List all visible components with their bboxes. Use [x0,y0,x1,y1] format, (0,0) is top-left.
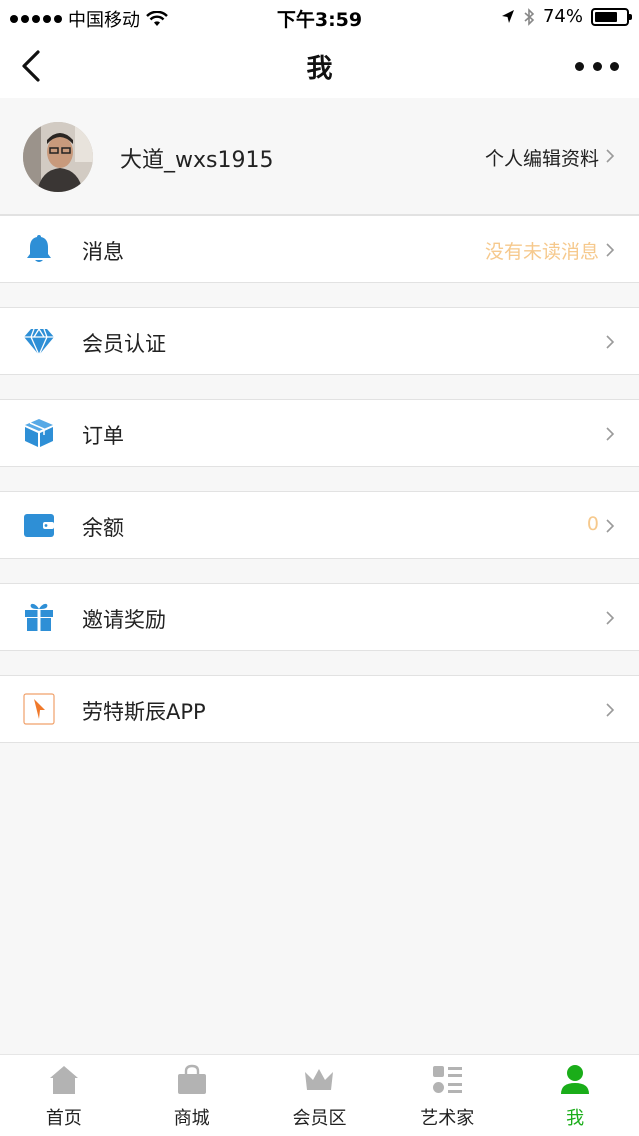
battery-percent: 74% [542,6,583,27]
page-title: 我 [306,54,333,84]
shopping-bag-icon [177,1064,206,1094]
tab-shop[interactable]: 商城 [128,1055,256,1136]
gift-icon [25,603,53,631]
menu-label-messages: 消息 [82,240,124,264]
battery-icon [591,7,632,26]
chevron-right-icon [606,703,615,717]
tab-label-members: 会员区 [292,1108,347,1129]
status-right: 74% [501,6,632,27]
menu-label-app: 劳特斯辰APP [82,700,206,724]
messages-status: 没有未读消息 [484,241,599,263]
profile-row[interactable]: 大道_wxs1915 个人编辑资料 [0,98,639,215]
diamond-icon [24,328,54,357]
tab-label-shop: 商城 [173,1108,210,1129]
bell-icon [27,235,51,262]
avatar-photo [23,122,93,192]
username: 大道_wxs1915 [120,148,274,173]
chevron-right-icon [606,519,615,533]
nav-bar: 我 [0,34,639,98]
home-icon [49,1066,78,1094]
more-dot-icon [610,61,619,71]
tab-artists[interactable]: 艺术家 [383,1055,511,1136]
list-icon [433,1066,463,1093]
menu-item-messages[interactable]: 消息 没有未读消息 [0,215,639,283]
menu-item-invite[interactable]: 邀请奖励 [0,583,639,651]
chevron-right-icon [606,611,615,625]
crown-icon [305,1069,334,1090]
edit-profile-link[interactable]: 个人编辑资料 [485,144,599,171]
chevron-right-icon [606,243,615,257]
chevron-right-icon [606,427,615,441]
menu-item-app[interactable]: 劳特斯辰APP [0,675,639,743]
tab-home[interactable]: 首页 [0,1055,128,1136]
tab-label-me: 我 [566,1108,585,1129]
more-dot-icon [592,61,602,71]
balance-amount: 0 [586,513,599,535]
bluetooth-icon [524,7,535,26]
menu-item-balance[interactable]: 余额 0 [0,491,639,559]
battery-level [595,11,618,22]
chevron-right-icon [606,149,615,163]
app-logo-icon [23,693,55,725]
more-button[interactable] [575,50,619,82]
chevron-right-icon [606,335,615,349]
user-icon [561,1065,590,1094]
avatar[interactable] [23,122,93,192]
tab-members[interactable]: 会员区 [256,1055,384,1136]
menu-label-membership: 会员认证 [82,332,166,356]
tab-label-home: 首页 [45,1108,82,1129]
location-arrow-icon [501,9,514,23]
tab-me[interactable]: 我 [511,1055,639,1136]
menu-label-balance: 余额 [82,516,124,540]
menu-item-membership[interactable]: 会员认证 [0,307,639,375]
box-icon [25,419,53,447]
status-bar: 中国移动 下午3:59 74% [0,0,639,34]
menu-item-orders[interactable]: 订单 [0,399,639,467]
tab-label-artists: 艺术家 [420,1108,475,1129]
more-dot-icon [575,61,584,71]
menu-label-orders: 订单 [82,424,124,448]
menu-label-invite: 邀请奖励 [82,608,166,632]
tab-bar: 首页 商城 会员区 艺术家 我 [0,1054,639,1136]
wallet-icon [24,514,54,537]
